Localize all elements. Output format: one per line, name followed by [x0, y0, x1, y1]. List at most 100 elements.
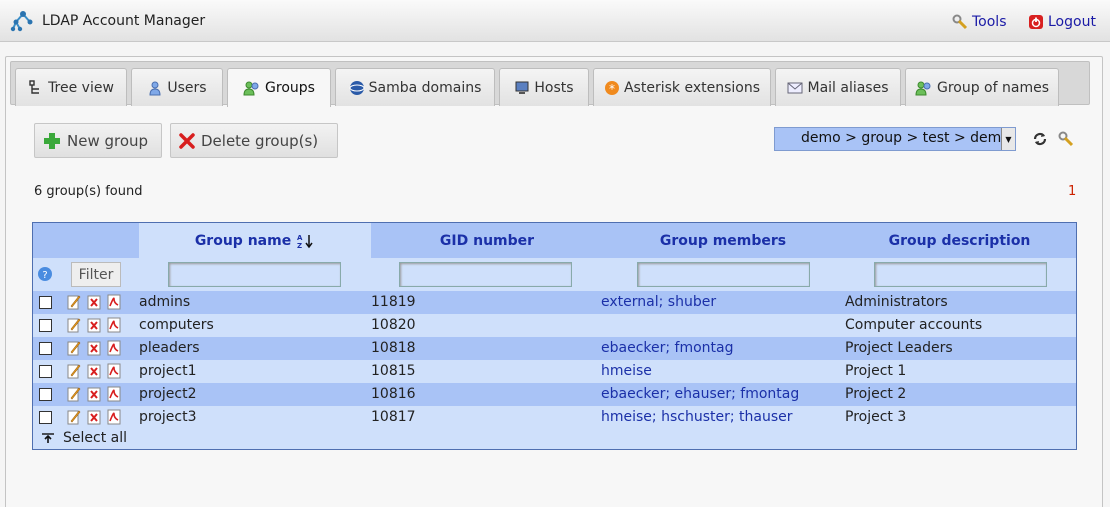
header-label: Group description: [888, 232, 1031, 249]
top-bar: LDAP Account Manager Tools Logout: [0, 0, 1110, 42]
cell-gid-number: 11819: [371, 294, 416, 310]
new-group-button[interactable]: New group: [34, 123, 162, 158]
refresh-button[interactable]: [1032, 131, 1048, 151]
cell-group-members[interactable]: hmeise; hschuster; thauser: [601, 409, 793, 425]
table-row[interactable]: project1 10815 hmeise Project 1: [33, 360, 1076, 383]
cell-group-members[interactable]: ebaecker; fmontag: [601, 340, 734, 356]
host-icon: [515, 81, 529, 94]
pdf-icon[interactable]: [107, 340, 121, 356]
cell-group-description: Project 2: [845, 386, 907, 402]
tools-link[interactable]: Tools: [952, 14, 1007, 30]
delete-groups-label: Delete group(s): [201, 131, 319, 150]
app-title: LDAP Account Manager: [42, 13, 206, 29]
main-frame: Tree view Users Groups Samba domains Hos…: [5, 56, 1103, 507]
edit-icon[interactable]: [67, 409, 81, 425]
header-label: GID number: [439, 232, 535, 249]
pdf-icon[interactable]: [107, 409, 121, 425]
filter-gid-number-input[interactable]: [399, 262, 572, 287]
cell-group-description: Project Leaders: [845, 340, 953, 356]
tab-label: Group of names: [936, 79, 1049, 96]
header-group-name[interactable]: Group name A Z: [139, 223, 371, 258]
cell-gid-number: 10820: [371, 317, 416, 333]
pdf-icon[interactable]: [107, 386, 121, 402]
pdf-icon[interactable]: [107, 317, 121, 333]
svg-text:*: *: [609, 82, 615, 96]
chevron-down-icon: ▼: [1001, 128, 1015, 150]
edit-icon[interactable]: [67, 363, 81, 379]
configure-button[interactable]: [1058, 131, 1074, 151]
refresh-icon: [1033, 132, 1047, 146]
cell-group-description: Project 3: [845, 409, 907, 425]
delete-icon[interactable]: [87, 409, 101, 425]
wrench-icon: [952, 14, 968, 30]
tab-users[interactable]: Users: [131, 68, 223, 106]
table-row[interactable]: pleaders 10818 ebaecker; fmontag Project Le…: [33, 337, 1076, 360]
tab-mail-aliases[interactable]: Mail aliases: [775, 68, 901, 106]
power-icon: [1029, 15, 1043, 29]
table-row[interactable]: project3 10817 hmeise; hschuster; thauser P…: [33, 406, 1076, 429]
suffix-value: demo > group > test > demo: [801, 130, 1010, 146]
cell-gid-number: 10815: [371, 363, 416, 379]
tab-label: Hosts: [534, 79, 574, 96]
cell-group-name: computers: [139, 317, 214, 333]
group-icon: [243, 81, 259, 96]
filter-group-description-input[interactable]: [874, 262, 1047, 287]
tab-tree-view[interactable]: Tree view: [15, 68, 127, 106]
filter-button[interactable]: Filter: [71, 262, 121, 287]
header-label: Group members: [659, 232, 787, 249]
row-checkbox[interactable]: [39, 411, 52, 424]
row-checkbox[interactable]: [39, 296, 52, 309]
edit-icon[interactable]: [67, 386, 81, 402]
row-checkbox[interactable]: [39, 388, 52, 401]
svg-text:A: A: [297, 234, 303, 242]
row-checkbox[interactable]: [39, 365, 52, 378]
table-row[interactable]: project2 10816 ebaecker; ehauser; fmontag P…: [33, 383, 1076, 406]
filter-group-members-input[interactable]: [637, 262, 810, 287]
cell-group-description: Project 1: [845, 363, 907, 379]
table-row[interactable]: admins 11819 external; shuber Administrator…: [33, 291, 1076, 314]
logout-link[interactable]: Logout: [1028, 14, 1096, 30]
filter-row: ? Filter: [33, 258, 1076, 290]
header-gid-number[interactable]: GID number: [371, 223, 603, 258]
edit-icon[interactable]: [67, 294, 81, 310]
header-group-description[interactable]: Group description: [843, 223, 1076, 258]
cell-group-members[interactable]: external; shuber: [601, 294, 716, 310]
edit-icon[interactable]: [67, 317, 81, 333]
row-checkbox[interactable]: [39, 319, 52, 332]
cell-group-description: Administrators: [845, 294, 948, 310]
tab-bar: Tree view Users Groups Samba domains Hos…: [10, 61, 1090, 107]
suffix-select[interactable]: demo > group > test > demo ▼: [774, 127, 1016, 151]
header-label: Group name: [194, 232, 292, 249]
help-icon[interactable]: ?: [37, 266, 53, 282]
lam-logo-icon: [10, 11, 33, 32]
mail-icon: [787, 82, 803, 93]
pdf-icon[interactable]: [107, 363, 121, 379]
select-all-label: Select all: [63, 430, 127, 446]
delete-icon[interactable]: [87, 363, 101, 379]
cell-gid-number: 10817: [371, 409, 416, 425]
header-group-members[interactable]: Group members: [603, 223, 843, 258]
samba-icon: [349, 80, 365, 95]
cell-group-members[interactable]: hmeise: [601, 363, 652, 379]
tab-hosts[interactable]: Hosts: [499, 68, 589, 106]
tab-groups[interactable]: Groups: [227, 68, 331, 107]
delete-groups-button[interactable]: Delete group(s): [170, 123, 338, 158]
tab-group-of-names[interactable]: Group of names: [905, 68, 1059, 106]
row-checkbox[interactable]: [39, 342, 52, 355]
delete-icon[interactable]: [87, 317, 101, 333]
header-spacer: [33, 223, 139, 258]
select-all-link[interactable]: Select all: [41, 430, 127, 446]
delete-icon[interactable]: [87, 340, 101, 356]
page-link[interactable]: 1: [1068, 184, 1076, 199]
tab-samba-domains[interactable]: Samba domains: [335, 68, 495, 106]
delete-icon[interactable]: [87, 386, 101, 402]
edit-icon[interactable]: [67, 340, 81, 356]
table-row[interactable]: computers 10820 Computer accounts: [33, 314, 1076, 337]
cell-group-members[interactable]: ebaecker; ehauser; fmontag: [601, 386, 799, 402]
pdf-icon[interactable]: [107, 294, 121, 310]
cell-gid-number: 10816: [371, 386, 416, 402]
delete-icon[interactable]: [87, 294, 101, 310]
filter-group-name-input[interactable]: [168, 262, 341, 287]
tab-label: Groups: [265, 80, 315, 96]
tab-asterisk-extensions[interactable]: * Asterisk extensions: [593, 68, 771, 106]
